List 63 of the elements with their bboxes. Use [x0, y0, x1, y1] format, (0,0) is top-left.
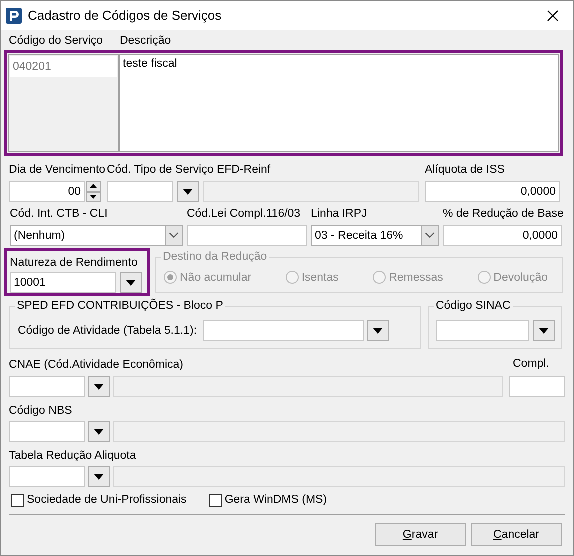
dropdown-arrow-icon	[126, 280, 136, 286]
field-label: Natureza de Rendimento	[10, 256, 139, 270]
app-logo-icon	[6, 8, 22, 24]
group-title: Destino da Redução	[161, 249, 270, 265]
input-field[interactable]	[203, 320, 364, 341]
field-label: Cód.Lei Compl.116/03	[187, 207, 302, 221]
dropdown-button[interactable]	[88, 466, 110, 487]
dialog-button[interactable]: Gravar	[375, 523, 466, 546]
field-label: CNAE (Cód.Atividade Econômica)	[9, 358, 184, 372]
checkbox[interactable]	[208, 494, 222, 506]
chevron-down-icon	[165, 226, 182, 245]
dropdown-arrow-icon	[539, 328, 549, 334]
field-label: Código do Serviço	[9, 34, 104, 48]
group-title: Código SINAC	[434, 298, 513, 314]
field-label: % de Redução de Base	[443, 207, 562, 221]
field-label: Código NBS	[9, 404, 74, 418]
field-label: Tabela Redução Aliquota	[9, 449, 138, 463]
input-field[interactable]	[509, 376, 565, 397]
dropdown-button[interactable]	[120, 272, 142, 293]
field-label: Código de Atividade (Tabela 5.1.1):	[18, 324, 198, 338]
checkbox-label: Gera WinDMS (MS)	[224, 493, 328, 507]
spin-buttons[interactable]	[86, 181, 101, 202]
input-field[interactable]: 0,0000	[443, 225, 562, 246]
radio-label: Devolução	[494, 270, 548, 284]
checkbox[interactable]	[11, 494, 24, 506]
radio-label: Não acumular	[180, 270, 252, 284]
dropdown-arrow-icon	[94, 428, 104, 434]
field-label: Descrição	[120, 34, 172, 48]
close-icon[interactable]	[547, 10, 559, 22]
checkbox-label: Sociedade de Uni-Profissionais	[27, 493, 187, 507]
chevron-down-icon	[421, 226, 438, 245]
dropdown-button[interactable]	[533, 320, 555, 341]
select-field[interactable]: 03 - Receita 16%	[311, 225, 439, 246]
input-field[interactable]	[436, 320, 529, 341]
input-field[interactable]: 10001	[10, 272, 116, 293]
radio-label: Isentas	[302, 270, 339, 284]
field-label: Cód. Int. CTB - CLI	[10, 207, 109, 221]
input-field[interactable]: 00	[9, 181, 85, 202]
dropdown-button[interactable]	[177, 181, 199, 202]
dialog-button[interactable]: Cancelar	[471, 523, 562, 546]
code-field[interactable]: 040201	[10, 56, 117, 77]
dropdown-arrow-icon	[94, 384, 104, 390]
dropdown-button[interactable]	[367, 320, 390, 341]
dropdown-button[interactable]	[88, 376, 110, 397]
group-title: SPED EFD CONTRIBUIÇÕES - Bloco P	[15, 298, 226, 314]
dropdown-arrow-icon	[183, 188, 193, 194]
window-title: Cadastro de Códigos de Serviços	[28, 8, 222, 22]
dropdown-button[interactable]	[88, 421, 110, 442]
field-label: Compl.	[513, 357, 550, 371]
input-field[interactable]	[187, 225, 307, 246]
input-field[interactable]	[9, 466, 85, 487]
field-label: Linha IRPJ	[311, 207, 368, 221]
input-field[interactable]	[9, 376, 85, 397]
input-field[interactable]	[107, 181, 173, 202]
input-field[interactable]: 0,0000	[425, 181, 560, 202]
select-field[interactable]: (Nenhum)	[10, 225, 183, 246]
description-field[interactable]: teste fiscal	[119, 54, 559, 152]
input-field[interactable]	[9, 421, 85, 442]
radio-label: Remessas	[389, 270, 444, 284]
field-label: Cód. Tipo de Serviço EFD-Reinf	[107, 163, 272, 177]
dropdown-arrow-icon	[373, 328, 384, 334]
dropdown-arrow-icon	[94, 474, 104, 480]
field-label: Alíquota de ISS	[425, 163, 506, 177]
